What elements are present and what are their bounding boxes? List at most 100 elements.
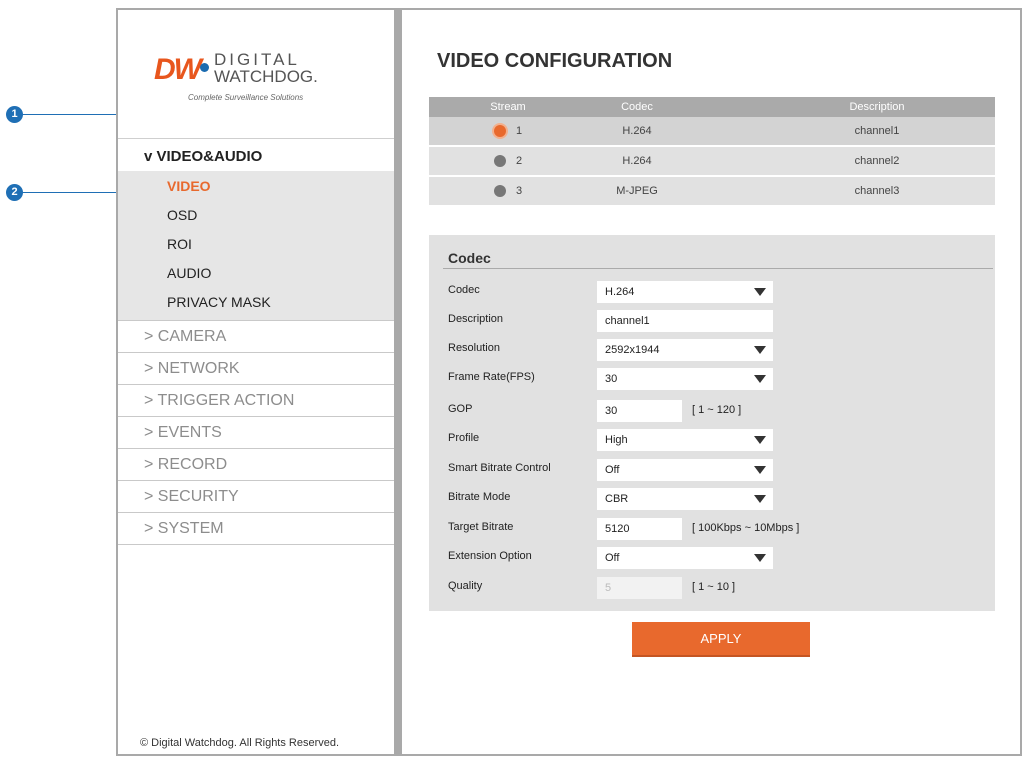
codec-select[interactable]: H.264 [597, 281, 773, 303]
bitrate-mode-label: Bitrate Mode [448, 491, 511, 503]
main-content: VIDEO CONFIGURATION Stream Codec Descrip… [402, 10, 1020, 754]
frame-rate-select[interactable]: 30 [597, 368, 773, 390]
bitrate-mode-value: CBR [605, 493, 629, 505]
field-row-profile: Profile High [448, 429, 988, 451]
quality-label: Quality [448, 580, 483, 592]
logo-mark: DW [154, 53, 202, 86]
resolution-value: 2592x1944 [605, 344, 660, 356]
callout-1: 1 [6, 106, 23, 123]
sidebar-item-events[interactable]: > EVENTS [118, 417, 394, 449]
field-row-codec: Codec H.264 [448, 281, 988, 303]
stream-radio-1[interactable] [493, 125, 506, 138]
dropdown-arrow-icon [754, 346, 766, 354]
stream-row-2[interactable]: 2 H.264 channel2 [429, 147, 995, 177]
target-bitrate-range: [ 100Kbps ~ 10Mbps ] [692, 522, 800, 534]
field-row-description: Description channel1 [448, 310, 988, 332]
profile-label: Profile [448, 432, 480, 444]
sidebar-item-network[interactable]: > NETWORK [118, 353, 394, 385]
target-bitrate-input[interactable]: 5120 [597, 518, 682, 540]
stream-table: Stream Codec Description 1 H.264 channel… [429, 97, 995, 207]
sidebar-item-video[interactable]: VIDEO [118, 172, 394, 201]
field-row-extension-option: Extension Option Off [448, 547, 988, 569]
smart-bitrate-value: Off [605, 464, 620, 476]
dropdown-arrow-icon [754, 495, 766, 503]
codec-label: Codec [448, 284, 480, 296]
target-bitrate-label: Target Bitrate [448, 521, 514, 533]
sidebar-item-audio[interactable]: AUDIO [118, 259, 394, 288]
extension-option-value: Off [605, 552, 620, 564]
profile-select[interactable]: High [597, 429, 773, 451]
field-row-smart-bitrate: Smart Bitrate Control Off [448, 459, 988, 481]
frame-rate-value: 30 [605, 373, 618, 385]
description-input[interactable]: channel1 [597, 310, 773, 332]
sidebar-item-system[interactable]: > SYSTEM [118, 513, 394, 545]
stream-radio-2[interactable] [493, 155, 506, 168]
stream-number: 3 [515, 185, 523, 197]
apply-button[interactable]: APPLY [632, 622, 810, 657]
frame-rate-label: Frame Rate(FPS) [448, 371, 535, 383]
logo-tagline: Complete Surveillance Solutions [188, 93, 304, 102]
quality-range: [ 1 ~ 10 ] [692, 581, 736, 593]
sidebar: DW DIGITAL WATCHDOG. Complete Surveillan… [118, 10, 402, 754]
codec-section-title: Codec [448, 250, 491, 266]
app-frame: DW DIGITAL WATCHDOG. Complete Surveillan… [116, 8, 1022, 756]
codec-value: H.264 [605, 286, 635, 298]
quality-input: 5 [597, 577, 682, 599]
field-row-bitrate-mode: Bitrate Mode CBR [448, 488, 988, 510]
logo-dot-icon [200, 63, 209, 72]
dropdown-arrow-icon [754, 554, 766, 562]
stream-description: channel2 [854, 155, 900, 167]
header-description: Description [849, 101, 905, 113]
stream-row-3[interactable]: 3 M-JPEG channel3 [429, 177, 995, 207]
dropdown-arrow-icon [754, 288, 766, 296]
sidebar-item-security[interactable]: > SECURITY [118, 481, 394, 513]
gop-range: [ 1 ~ 120 ] [692, 404, 742, 416]
field-row-gop: GOP 30 [ 1 ~ 120 ] [448, 400, 988, 422]
header-stream: Stream [490, 101, 526, 113]
sidebar-item-osd[interactable]: OSD [118, 201, 394, 230]
stream-number: 1 [515, 125, 523, 137]
header-codec: Codec [621, 101, 653, 113]
dropdown-arrow-icon [754, 436, 766, 444]
copyright-footer: © Digital Watchdog. All Rights Reserved. [140, 737, 340, 749]
brand-logo: DW DIGITAL WATCHDOG. Complete Surveillan… [154, 50, 344, 110]
stream-radio-3[interactable] [493, 185, 506, 198]
extension-option-label: Extension Option [448, 550, 532, 562]
sidebar-item-trigger-action[interactable]: > TRIGGER ACTION [118, 385, 394, 417]
smart-bitrate-select[interactable]: Off [597, 459, 773, 481]
section-divider [443, 268, 993, 269]
extension-option-select[interactable]: Off [597, 547, 773, 569]
stream-number: 2 [515, 155, 523, 167]
page-title: VIDEO CONFIGURATION [437, 50, 673, 72]
gop-input[interactable]: 30 [597, 400, 682, 422]
field-row-frame-rate: Frame Rate(FPS) 30 [448, 368, 988, 390]
sidebar-menu: v VIDEO&AUDIO VIDEO OSD ROI AUDIO PRIVAC… [118, 138, 394, 545]
stream-table-header: Stream Codec Description [429, 97, 995, 117]
sidebar-item-record[interactable]: > RECORD [118, 449, 394, 481]
sidebar-item-privacy-mask[interactable]: PRIVACY MASK [118, 288, 394, 317]
field-row-target-bitrate: Target Bitrate 5120 [ 100Kbps ~ 10Mbps ] [448, 518, 988, 540]
callout-2: 2 [6, 184, 23, 201]
logo-text-line2: WATCHDOG. [214, 67, 318, 86]
stream-description: channel3 [854, 185, 900, 197]
profile-value: High [605, 434, 628, 446]
description-label: Description [448, 313, 504, 325]
stream-codec: M-JPEG [616, 185, 658, 197]
stream-codec: H.264 [622, 155, 652, 167]
bitrate-mode-select[interactable]: CBR [597, 488, 773, 510]
resolution-select[interactable]: 2592x1944 [597, 339, 773, 361]
submenu-video-audio: VIDEO OSD ROI AUDIO PRIVACY MASK [118, 171, 394, 320]
sidebar-item-camera[interactable]: > CAMERA [118, 320, 394, 353]
codec-settings-panel: Codec Codec H.264 Description channel1 R… [429, 235, 995, 611]
stream-codec: H.264 [622, 125, 652, 137]
field-row-quality: Quality 5 [ 1 ~ 10 ] [448, 577, 988, 599]
gop-label: GOP [448, 403, 473, 415]
dropdown-arrow-icon [754, 375, 766, 383]
resolution-label: Resolution [448, 342, 500, 354]
menu-section-video-audio[interactable]: v VIDEO&AUDIO [118, 138, 394, 171]
stream-row-1[interactable]: 1 H.264 channel1 [429, 117, 995, 147]
sidebar-item-roi[interactable]: ROI [118, 230, 394, 259]
field-row-resolution: Resolution 2592x1944 [448, 339, 988, 361]
stream-description: channel1 [854, 125, 900, 137]
smart-bitrate-label: Smart Bitrate Control [448, 462, 551, 474]
